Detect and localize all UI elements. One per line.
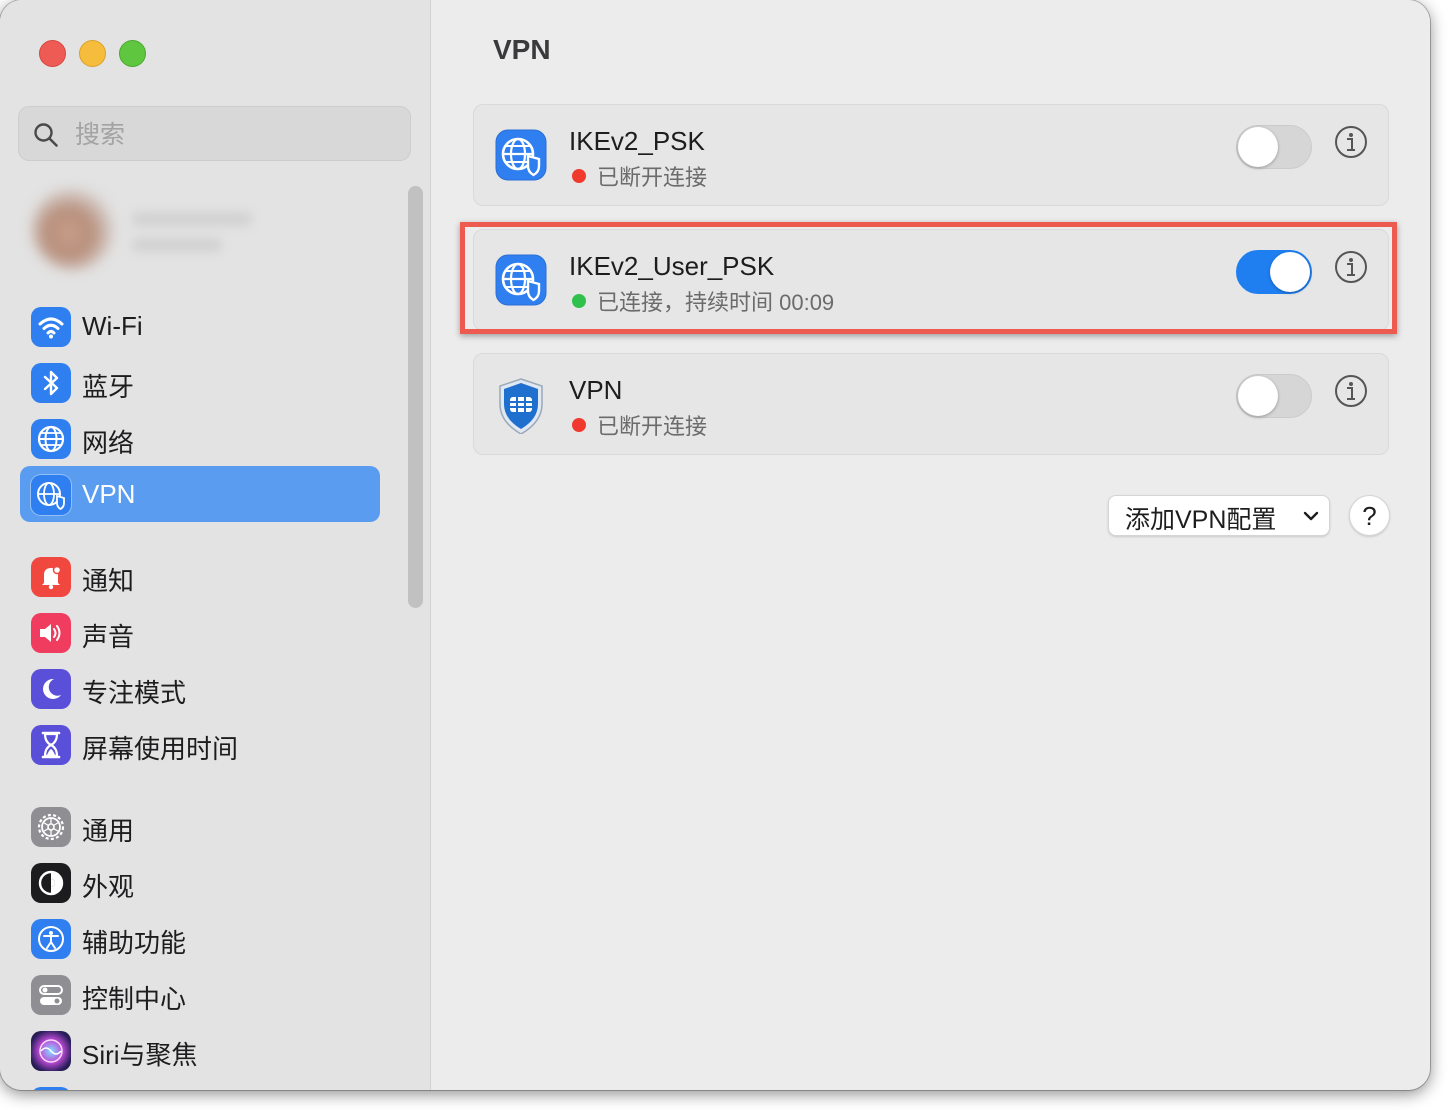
sidebar-item-screen-time[interactable]: 屏幕使用时间	[20, 716, 380, 772]
sidebar-scrollbar[interactable]	[408, 186, 423, 608]
hourglass-icon	[31, 725, 71, 765]
sidebar-item-bluetooth[interactable]: 蓝牙	[20, 354, 380, 410]
vpn-name: VPN	[569, 375, 623, 405]
vpn-status: 已断开连接	[597, 414, 708, 439]
accessibility-icon	[31, 919, 71, 959]
moon-icon	[31, 669, 71, 709]
vpn-name: IKEv2_PSK	[569, 126, 705, 156]
fortinet-shield-icon	[499, 378, 543, 434]
toggle-knob	[1238, 127, 1278, 167]
add-vpn-configuration-button[interactable]: 添加VPN配置	[1108, 495, 1330, 536]
sidebar-item-label: 专注模式	[82, 678, 187, 708]
vpn-pane: VPN IKEv2_PSK 已断开连接 IKEv2_User_PSK 已连接，持…	[431, 0, 1430, 1090]
vpn-row: VPN 已断开连接	[473, 353, 1389, 455]
sidebar-item-label: 通用	[82, 816, 135, 846]
status-dot-disconnected	[572, 169, 586, 183]
vpn-row: IKEv2_PSK 已断开连接	[473, 104, 1389, 206]
sidebar-item-accessibility[interactable]: 辅助功能	[20, 910, 380, 966]
apple-account-blurred[interactable]	[22, 178, 302, 278]
globe-icon	[31, 419, 71, 459]
account-name-blurred	[132, 212, 252, 226]
page-title: VPN	[493, 34, 551, 65]
info-icon[interactable]	[1334, 125, 1368, 159]
sidebar-item-notifications[interactable]: 通知	[20, 548, 380, 604]
sidebar-item-label: 通知	[82, 566, 135, 596]
vpn-globe-shield-icon	[31, 475, 71, 515]
sidebar-item-label: VPN	[82, 479, 136, 509]
maximize-window-button[interactable]	[119, 40, 146, 67]
sidebar-search[interactable]	[18, 106, 411, 161]
bluetooth-icon	[31, 363, 71, 403]
vpn-toggle[interactable]	[1236, 125, 1312, 169]
add-vpn-label: 添加VPN配置	[1125, 506, 1277, 534]
sidebar-item-control-center[interactable]: 控制中心	[20, 966, 380, 1022]
sidebar-item-label: 控制中心	[82, 984, 187, 1014]
settings-window: Wi-Fi 蓝牙 网络	[0, 0, 1430, 1090]
vpn-status: 已断开连接	[597, 165, 708, 190]
chevron-down-icon	[1303, 511, 1319, 521]
status-dot-disconnected	[572, 418, 586, 432]
sidebar-item-label: 辅助功能	[82, 928, 187, 958]
appearance-icon	[31, 863, 71, 903]
minimize-window-button[interactable]	[79, 40, 106, 67]
sidebar-item-label: 外观	[82, 872, 135, 902]
account-subtitle-blurred	[132, 238, 222, 252]
siri-icon	[31, 1031, 71, 1071]
control-center-icon	[31, 975, 71, 1015]
sidebar-item-sound[interactable]: 声音	[20, 604, 380, 660]
gear-icon	[31, 807, 71, 847]
help-button[interactable]: ?	[1349, 495, 1390, 536]
sidebar-item-label: Wi-Fi	[82, 311, 143, 341]
close-window-button[interactable]	[39, 40, 66, 67]
sidebar-item-network[interactable]: 网络	[20, 410, 380, 466]
sidebar-item-general[interactable]: 通用	[20, 798, 380, 854]
search-icon	[34, 123, 58, 147]
vpn-globe-shield-icon	[495, 129, 547, 181]
sidebar-item-label: 声音	[82, 622, 135, 652]
sidebar-item-label: Siri与聚焦	[82, 1040, 198, 1070]
annotation-highlight-box	[460, 222, 1397, 334]
sidebar-item-wifi[interactable]: Wi-Fi	[20, 298, 380, 354]
vpn-toggle[interactable]	[1236, 374, 1312, 418]
speaker-icon	[31, 613, 71, 653]
sidebar-item-label: 网络	[82, 428, 135, 458]
sidebar-item-appearance[interactable]: 外观	[20, 854, 380, 910]
sidebar-item-focus[interactable]: 专注模式	[20, 660, 380, 716]
avatar	[32, 188, 114, 270]
partial-item-icon	[31, 1087, 71, 1090]
search-input[interactable]	[73, 116, 397, 154]
toggle-knob	[1238, 376, 1278, 416]
sidebar-item-label: 蓝牙	[82, 372, 135, 402]
wifi-icon	[31, 307, 71, 347]
sidebar-item-partial[interactable]	[20, 1078, 380, 1090]
sidebar: Wi-Fi 蓝牙 网络	[0, 0, 431, 1090]
info-icon[interactable]	[1334, 374, 1368, 408]
bell-icon	[31, 557, 71, 597]
sidebar-item-siri-spotlight[interactable]: Siri与聚焦	[20, 1022, 380, 1078]
sidebar-item-label: 屏幕使用时间	[82, 734, 239, 764]
sidebar-item-vpn[interactable]: VPN	[20, 466, 380, 522]
